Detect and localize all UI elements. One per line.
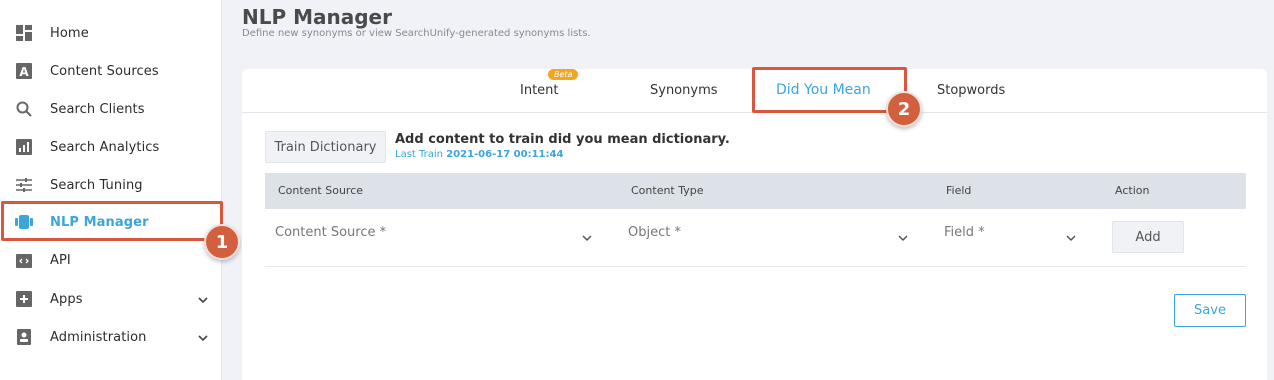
table-row: Content Source * Object * Field * Add	[265, 209, 1246, 267]
dashboard-icon	[15, 24, 33, 42]
analytics-icon	[15, 138, 33, 156]
sidebar-item-label: Administration	[50, 329, 147, 345]
column-header-content-type: Content Type	[631, 184, 704, 197]
column-header-content-source: Content Source	[278, 184, 364, 197]
column-header-action: Action	[1115, 184, 1150, 197]
step-badge-1: 1	[204, 224, 240, 260]
tab-intent[interactable]: Intent	[520, 83, 559, 98]
content-source-select-value: Content Source *	[275, 225, 387, 240]
table-header: Content Source Content Type Field Action	[265, 173, 1246, 209]
train-title: Add content to train did you mean dictio…	[395, 132, 730, 147]
api-icon	[15, 251, 33, 269]
sliders-icon	[15, 176, 33, 194]
page-subtitle: Define new synonyms or view SearchUnify-…	[242, 28, 591, 39]
sidebar-item-label: Apps	[50, 291, 83, 307]
sidebar-item-apps[interactable]: Apps	[0, 280, 222, 318]
last-train-value: 2021-06-17 00:11:44	[446, 149, 564, 160]
admin-icon	[15, 328, 33, 346]
sidebar-item-home[interactable]: Home	[0, 14, 222, 52]
last-train-label: Last Train	[395, 149, 444, 160]
column-header-field: Field	[946, 184, 972, 197]
highlight-box-did-you-mean	[752, 67, 907, 113]
sidebar-item-label: NLP Manager	[50, 214, 149, 230]
content-sources-icon: A	[15, 62, 33, 80]
svg-text:A: A	[19, 65, 29, 79]
tab-stopwords[interactable]: Stopwords	[937, 83, 1005, 98]
search-icon	[15, 100, 33, 118]
page-header: NLP Manager Define new synonyms or view …	[222, 0, 1274, 50]
sidebar-item-label: Search Tuning	[50, 177, 143, 193]
plus-square-icon	[15, 290, 33, 308]
nlp-card: Beta Intent Synonyms Did You Mean Stopwo…	[242, 67, 1267, 380]
sidebar-item-label: API	[50, 252, 71, 268]
sidebar-item-label: Content Sources	[50, 63, 159, 79]
chevron-down-icon	[897, 229, 909, 242]
field-select-value: Field *	[944, 225, 985, 240]
tabs-bar: Beta Intent Synonyms Did You Mean Stopwo…	[242, 67, 1267, 113]
sidebar-item-api[interactable]: API	[0, 241, 222, 279]
train-dictionary-button[interactable]: Train Dictionary	[265, 131, 386, 163]
sidebar-item-search-analytics[interactable]: Search Analytics	[0, 128, 222, 166]
sidebar-item-content-sources[interactable]: A Content Sources	[0, 52, 222, 90]
object-select-value: Object *	[628, 225, 681, 240]
save-button[interactable]: Save	[1174, 294, 1246, 327]
add-button[interactable]: Add	[1112, 221, 1184, 253]
sidebar-item-label: Search Analytics	[50, 139, 160, 155]
sidebar: Home A Content Sources Search Clients Se…	[0, 0, 223, 380]
tab-synonyms[interactable]: Synonyms	[650, 83, 718, 98]
last-train-info: Last Train 2021-06-17 00:11:44	[395, 149, 563, 160]
page-title: NLP Manager	[242, 5, 392, 29]
chevron-down-icon	[196, 292, 210, 306]
sidebar-item-nlp-manager[interactable]: NLP Manager	[0, 203, 222, 241]
sidebar-item-label: Search Clients	[50, 101, 145, 117]
sidebar-item-administration[interactable]: Administration	[0, 318, 222, 356]
sidebar-item-search-clients[interactable]: Search Clients	[0, 90, 222, 128]
chevron-down-icon	[196, 330, 210, 344]
sidebar-item-search-tuning[interactable]: Search Tuning	[0, 166, 222, 204]
chevron-down-icon	[581, 229, 593, 242]
nlp-icon	[15, 213, 33, 231]
sidebar-item-label: Home	[50, 25, 89, 41]
chevron-down-icon	[1065, 229, 1077, 242]
step-badge-2: 2	[886, 91, 922, 127]
beta-badge: Beta	[548, 69, 579, 80]
